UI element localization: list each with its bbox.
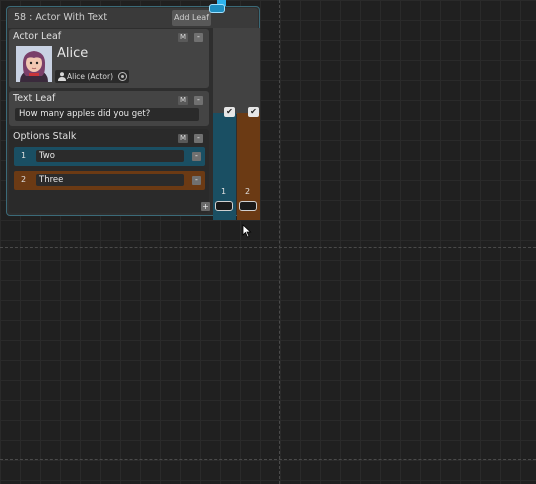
person-icon: [58, 72, 66, 81]
options-stalk-m-button[interactable]: M: [178, 134, 188, 143]
dialogue-text-field[interactable]: How many apples did you get?: [15, 108, 199, 121]
port-2-connector[interactable]: [239, 201, 257, 211]
actor-field-value: Alice (Actor): [67, 72, 114, 81]
node-title: 58 : Actor With Text: [14, 12, 108, 23]
option-text-field[interactable]: Two: [36, 150, 184, 162]
actor-portrait-image: [16, 46, 52, 82]
grid-section-line: [279, 0, 280, 484]
option-remove-button[interactable]: -: [192, 176, 201, 185]
port-column: [213, 28, 260, 114]
actor-leaf-remove-button[interactable]: -: [194, 33, 203, 42]
grid-section-line: [0, 247, 536, 248]
options-stalk-label: Options Stalk: [13, 131, 77, 142]
actor-leaf-label: Actor Leaf: [13, 31, 62, 42]
actor-object-field[interactable]: Alice (Actor): [55, 70, 129, 83]
option-text-field[interactable]: Three: [36, 174, 184, 186]
options-stalk-panel: Options Stalk M - 1 Two - 2 Three -: [9, 129, 209, 213]
actor-leaf-panel: Actor Leaf M - Alice Alice (Actor): [9, 29, 209, 88]
graph-node[interactable]: 58 : Actor With Text Add Leaf ✔ ✔ 1 2 Ac…: [6, 6, 260, 220]
add-leaf-button[interactable]: Add Leaf: [172, 10, 211, 26]
actor-name: Alice: [57, 46, 89, 61]
text-leaf-label: Text Leaf: [13, 93, 56, 104]
text-leaf-remove-button[interactable]: -: [194, 96, 203, 105]
text-leaf-panel: Text Leaf M - How many apples did you ge…: [9, 91, 209, 126]
mouse-cursor-icon: [242, 224, 252, 238]
port-1-label: 1: [221, 187, 227, 196]
option-row-2[interactable]: 2 Three -: [14, 171, 205, 190]
add-option-button[interactable]: +: [201, 202, 210, 211]
object-picker-icon[interactable]: [118, 72, 127, 81]
port-1-checkbox[interactable]: ✔: [224, 107, 235, 117]
text-leaf-m-button[interactable]: M: [178, 96, 188, 105]
input-port-connector[interactable]: [209, 4, 225, 13]
port-2-label: 2: [245, 187, 251, 196]
options-stalk-remove-button[interactable]: -: [194, 134, 203, 143]
actor-portrait: [16, 46, 52, 82]
grid-section-line: [0, 459, 536, 460]
option-number: 1: [21, 151, 27, 160]
port-1-connector[interactable]: [215, 201, 233, 211]
port-2-checkbox[interactable]: ✔: [248, 107, 259, 117]
option-number: 2: [21, 175, 27, 184]
option-row-1[interactable]: 1 Two -: [14, 147, 205, 166]
option-remove-button[interactable]: -: [192, 152, 201, 161]
actor-leaf-m-button[interactable]: M: [178, 33, 188, 42]
